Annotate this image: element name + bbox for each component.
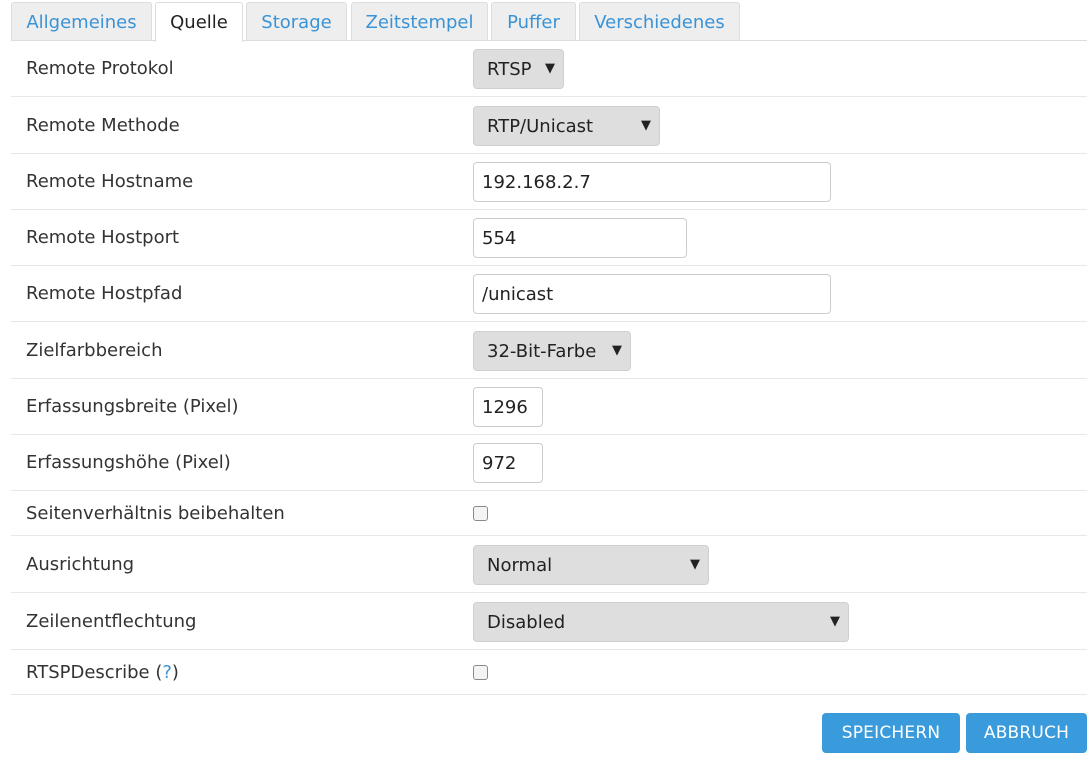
row-remote-methode: Remote Methode RTP/Unicast ▼ bbox=[11, 97, 1087, 154]
remote-protokoll-select[interactable]: RTSP ▼ bbox=[473, 49, 564, 89]
row-remote-protokoll: Remote Protokol RTSP ▼ bbox=[11, 41, 1087, 97]
seitenverhaeltnis-checkbox[interactable] bbox=[473, 506, 488, 521]
tab-quelle[interactable]: Quelle bbox=[155, 2, 243, 42]
cancel-button[interactable]: ABBRUCH bbox=[966, 713, 1087, 753]
remote-methode-select[interactable]: RTP/Unicast ▼ bbox=[473, 106, 660, 146]
remote-hostpfad-label: Remote Hostpfad bbox=[26, 283, 183, 304]
remote-hostpfad-input[interactable] bbox=[473, 274, 831, 314]
tab-puffer[interactable]: Puffer bbox=[491, 2, 576, 41]
zielfarbbereich-select[interactable]: 32-Bit-Farbe ▼ bbox=[473, 331, 631, 371]
row-remote-hostpfad: Remote Hostpfad bbox=[11, 266, 1087, 322]
remote-hostname-input[interactable] bbox=[473, 162, 831, 202]
tab-storage[interactable]: Storage bbox=[246, 2, 347, 41]
ausrichtung-label: Ausrichtung bbox=[26, 554, 135, 575]
row-seitenverhaeltnis: Seitenverhältnis beibehalten bbox=[11, 491, 1087, 536]
row-erfassungshoehe: Erfassungshöhe (Pixel) bbox=[11, 435, 1087, 491]
chevron-down-icon: ▼ bbox=[612, 343, 622, 358]
row-erfassungsbreite: Erfassungsbreite (Pixel) bbox=[11, 379, 1087, 435]
erfassungshoehe-label: Erfassungshöhe (Pixel) bbox=[26, 452, 231, 473]
chevron-down-icon: ▼ bbox=[641, 118, 651, 133]
source-settings-form: Remote Protokol RTSP ▼ Remote Methode RT… bbox=[11, 41, 1087, 695]
tab-allgemeines[interactable]: Allgemeines bbox=[11, 2, 152, 41]
remote-hostport-label: Remote Hostport bbox=[26, 227, 180, 248]
zielfarbbereich-value: 32-Bit-Farbe bbox=[487, 340, 597, 362]
chevron-down-icon: ▼ bbox=[545, 61, 555, 76]
remote-methode-value: RTP/Unicast bbox=[487, 115, 594, 137]
chevron-down-icon: ▼ bbox=[690, 557, 700, 572]
tab-verschiedenes[interactable]: Verschiedenes bbox=[579, 2, 740, 41]
row-remote-hostport: Remote Hostport bbox=[11, 210, 1087, 266]
rtspdescribe-checkbox[interactable] bbox=[473, 665, 488, 680]
remote-methode-label: Remote Methode bbox=[26, 115, 180, 136]
zeilenentflechtung-select[interactable]: Disabled ▼ bbox=[473, 602, 849, 642]
save-button[interactable]: SPEICHERN bbox=[822, 713, 960, 753]
erfassungsbreite-label: Erfassungsbreite (Pixel) bbox=[26, 396, 239, 417]
remote-hostport-input[interactable] bbox=[473, 218, 687, 258]
erfassungsbreite-input[interactable] bbox=[473, 387, 543, 427]
zielfarbbereich-label: Zielfarbbereich bbox=[26, 340, 163, 361]
remote-protokoll-label: Remote Protokol bbox=[26, 58, 174, 79]
rtspdescribe-label-group: RTSPDescribe (?) bbox=[26, 662, 179, 683]
remote-hostname-label: Remote Hostname bbox=[26, 171, 194, 192]
row-zielfarbbereich: Zielfarbbereich 32-Bit-Farbe ▼ bbox=[11, 322, 1087, 379]
zeilenentflechtung-label: Zeilenentflechtung bbox=[26, 611, 197, 632]
remote-protokoll-value: RTSP bbox=[487, 58, 532, 80]
ausrichtung-select[interactable]: Normal ▼ bbox=[473, 545, 709, 585]
tab-bar: Allgemeines Quelle Storage Zeitstempel P… bbox=[11, 2, 1087, 42]
zeilenentflechtung-value: Disabled bbox=[487, 611, 566, 633]
row-ausrichtung: Ausrichtung Normal ▼ bbox=[11, 536, 1087, 593]
row-remote-hostname: Remote Hostname bbox=[11, 154, 1087, 210]
row-zeilenentflechtung: Zeilenentflechtung Disabled ▼ bbox=[11, 593, 1087, 650]
erfassungshoehe-input[interactable] bbox=[473, 443, 543, 483]
ausrichtung-value: Normal bbox=[487, 554, 553, 576]
seitenverhaeltnis-label: Seitenverhältnis beibehalten bbox=[26, 503, 285, 524]
rtspdescribe-label: RTSPDescribe bbox=[26, 662, 150, 683]
tab-zeitstempel[interactable]: Zeitstempel bbox=[351, 2, 488, 41]
row-rtspdescribe: RTSPDescribe (?) bbox=[11, 650, 1087, 695]
rtspdescribe-help-link[interactable]: ? bbox=[162, 662, 172, 683]
chevron-down-icon: ▼ bbox=[830, 614, 840, 629]
